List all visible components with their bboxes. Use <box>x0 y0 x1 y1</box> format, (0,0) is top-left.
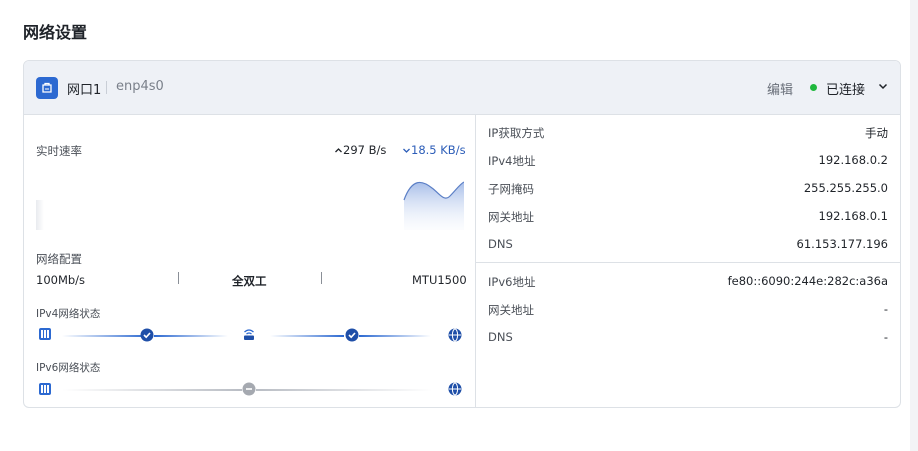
chart-fade-bar <box>36 200 44 230</box>
arrow-up-icon <box>335 148 342 153</box>
ipv6-address-row: IPv6地址 fe80::6090:244e:282c:a36a <box>488 274 888 294</box>
ipv4-link-line <box>270 335 344 337</box>
row-value: - <box>883 330 888 344</box>
disconnected-icon <box>242 382 256 396</box>
ipv4-link-line <box>359 335 431 337</box>
network-config-label: 网络配置 <box>36 252 82 266</box>
edit-button[interactable]: 编辑 <box>767 79 793 98</box>
ipv4-link-line <box>154 335 228 337</box>
device-name: enp4s0 <box>116 79 164 94</box>
ipv4-address-row: IPv4地址 192.168.0.2 <box>488 153 888 173</box>
speed-chart <box>36 181 464 230</box>
row-key: DNS <box>488 330 513 344</box>
row-value: 192.168.0.1 <box>818 209 889 223</box>
ethernet-port-icon <box>36 77 58 99</box>
row-key: 子网掩码 <box>488 182 534 196</box>
row-value: 61.153.177.196 <box>796 237 888 251</box>
row-key: 网关地址 <box>488 210 534 224</box>
ipv6-link-line <box>256 389 432 391</box>
ipv6-gateway-row: 网关地址 - <box>488 302 888 322</box>
row-value: 255.255.255.0 <box>803 181 888 195</box>
network-port-card: 网口1 enp4s0 编辑 已连接 实时速率 297 B/s 18.5 KB/s <box>23 60 901 408</box>
card-header: 网口1 enp4s0 编辑 已连接 <box>24 61 900 115</box>
ipv4-status-label: IPv4网络状态 <box>36 308 101 320</box>
row-key: DNS <box>488 237 513 251</box>
upload-rate: 297 B/s <box>334 143 386 157</box>
arrow-down-icon <box>403 148 410 153</box>
chevron-down-icon[interactable] <box>876 79 890 93</box>
ipv6-status-label: IPv6网络状态 <box>36 362 101 374</box>
dns-row: DNS 61.153.177.196 <box>488 237 888 257</box>
port-name: 网口1 <box>67 83 102 98</box>
row-key: 网关地址 <box>488 303 534 317</box>
header-divider <box>106 81 107 94</box>
network-settings-page: 网络设置 网口1 enp4s0 编辑 已连接 实时速率 297 B/s 18.5… <box>0 0 910 451</box>
right-pane: IP获取方式 手动 IPv4地址 192.168.0.2 子网掩码 255.25… <box>476 114 900 407</box>
mtu-value: MTU1500 <box>412 273 467 287</box>
ip-mode-row: IP获取方式 手动 <box>488 125 888 145</box>
realtime-speed-label: 实时速率 <box>36 144 82 158</box>
connection-status: 已连接 <box>826 83 866 98</box>
row-value: fe80::6090:244e:282c:a36a <box>727 274 888 288</box>
download-rate-value: 18.5 KB/s <box>411 143 466 157</box>
adapter-icon <box>39 383 51 395</box>
section-divider <box>476 262 900 263</box>
globe-icon <box>448 328 462 342</box>
row-key: IPv6地址 <box>488 275 536 289</box>
adapter-icon <box>39 328 51 340</box>
duplex-mode: 全双工 <box>232 274 267 288</box>
link-speed: 100Mb/s <box>36 273 86 287</box>
config-divider <box>178 272 179 284</box>
ipv6-dns-row: DNS - <box>488 330 888 350</box>
row-key: IP获取方式 <box>488 126 545 140</box>
download-rate: 18.5 KB/s <box>402 143 466 157</box>
subnet-mask-row: 子网掩码 255.255.255.0 <box>488 181 888 201</box>
check-circle-icon <box>140 328 154 342</box>
router-icon <box>244 329 254 340</box>
left-pane: 实时速率 297 B/s 18.5 KB/s 网络配置 100Mb/s 全双工 … <box>24 114 476 407</box>
gateway-row: 网关地址 192.168.0.1 <box>488 209 888 229</box>
row-value: 192.168.0.2 <box>818 153 889 167</box>
ipv6-link-line <box>62 389 242 391</box>
row-value: - <box>883 302 888 316</box>
row-value: 手动 <box>865 126 888 140</box>
upload-rate-value: 297 B/s <box>343 143 387 157</box>
ipv4-link-line <box>62 335 148 337</box>
check-circle-icon <box>345 328 359 342</box>
connected-status-dot <box>810 84 817 91</box>
globe-icon <box>448 382 462 396</box>
page-title: 网络设置 <box>23 23 88 42</box>
row-key: IPv4地址 <box>488 154 536 168</box>
config-divider <box>321 272 322 284</box>
